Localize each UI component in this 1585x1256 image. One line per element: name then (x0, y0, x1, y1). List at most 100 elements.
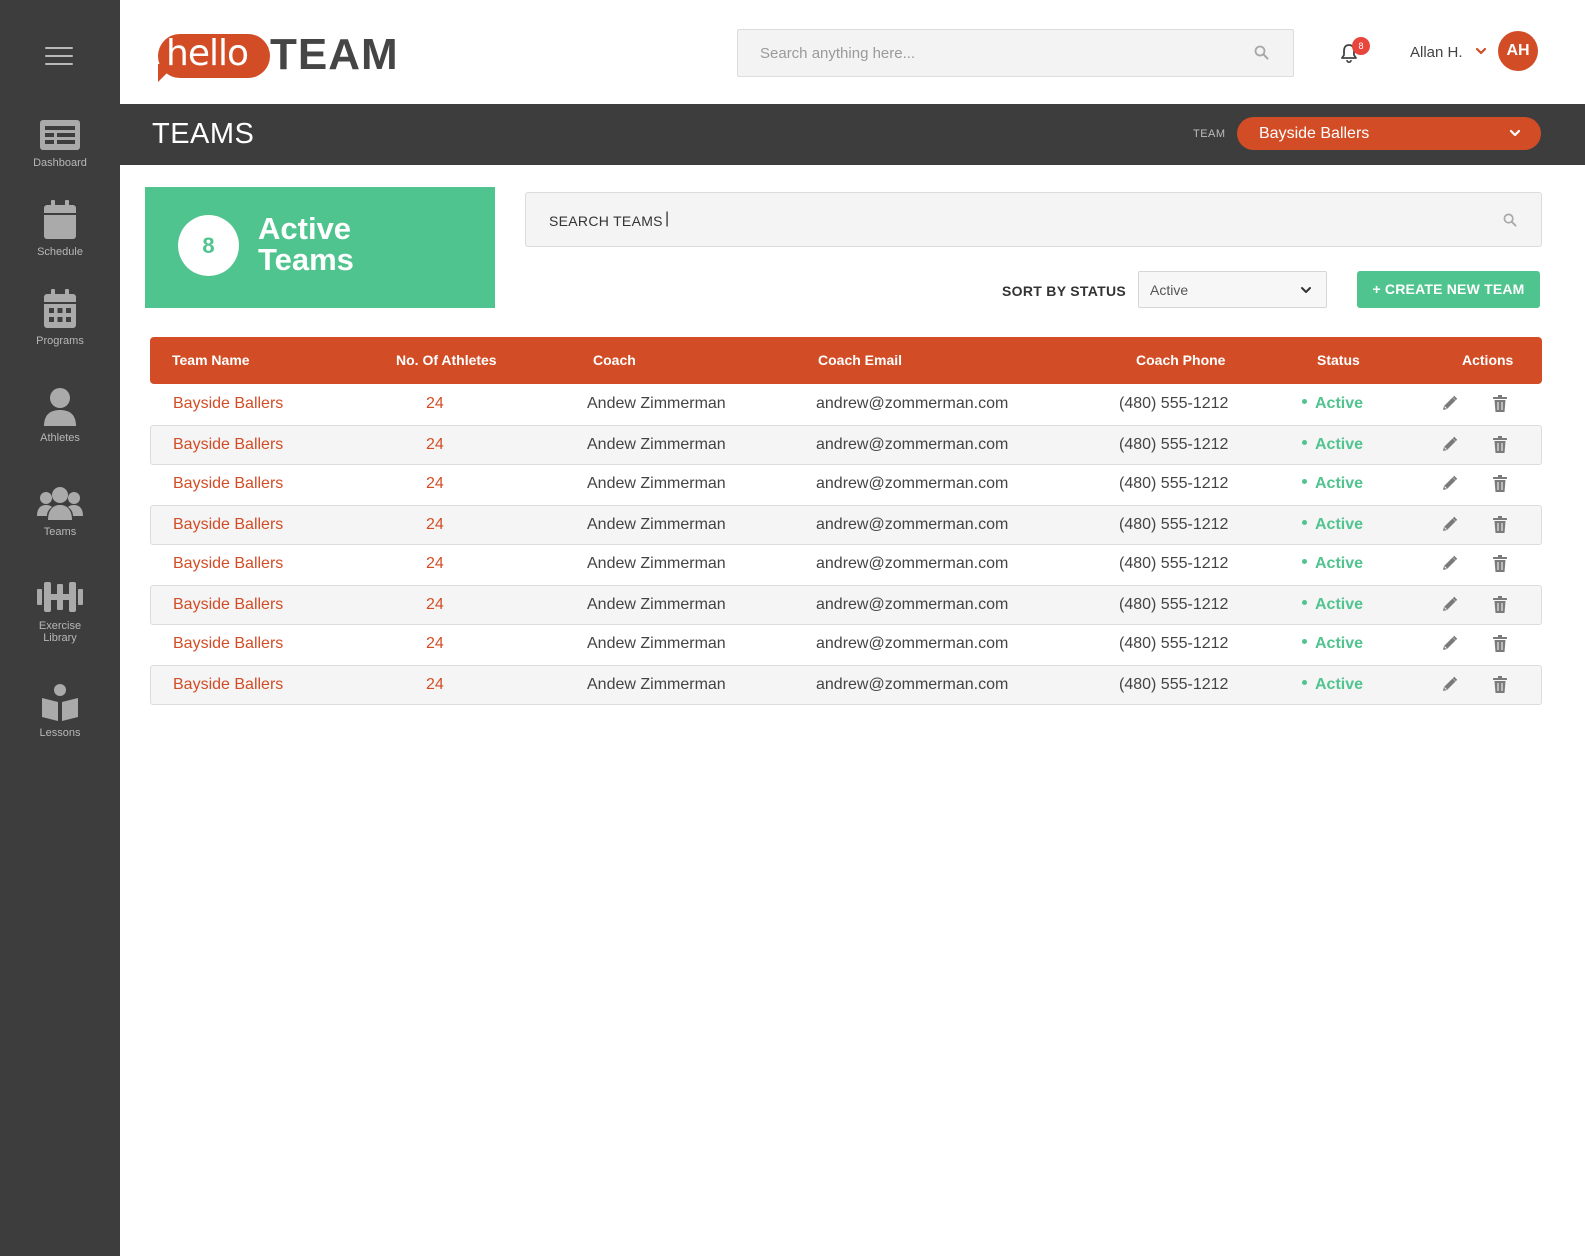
delete-trash-icon[interactable] (1493, 436, 1507, 458)
status-badge: Active (1302, 635, 1363, 653)
team-name-link[interactable]: Bayside Ballers (173, 596, 283, 614)
coach-name: Andew Zimmerman (587, 516, 726, 533)
global-search-box (737, 29, 1294, 77)
delete-trash-icon[interactable] (1493, 635, 1507, 657)
edit-pencil-icon[interactable] (1441, 555, 1458, 577)
column-header-coach-phone[interactable]: Coach Phone (1136, 352, 1225, 368)
sort-status-select[interactable]: Active (1138, 271, 1327, 308)
team-name-link[interactable]: Bayside Ballers (173, 676, 283, 694)
notification-count-badge: 8 (1352, 37, 1370, 55)
sidebar-item-teams[interactable]: Teams (0, 486, 120, 538)
global-search-input[interactable] (760, 43, 1230, 63)
coach-phone: (480) 555-1212 (1119, 395, 1229, 412)
user-name[interactable]: Allan H. (1410, 44, 1463, 61)
title-bar: TEAMS TEAM Bayside Ballers (120, 104, 1585, 165)
athlete-count: 24 (426, 395, 444, 412)
coach-name: Andew Zimmerman (587, 475, 726, 492)
team-selector-dropdown[interactable]: Bayside Ballers (1237, 117, 1541, 150)
status-badge: Active (1302, 395, 1363, 413)
status-text: Active (1315, 555, 1364, 572)
athlete-count: 24 (426, 596, 444, 613)
status-badge: Active (1302, 676, 1363, 694)
team-name-link[interactable]: Bayside Ballers (173, 635, 283, 653)
column-header-status[interactable]: Status (1317, 352, 1360, 368)
status-text: Active (1315, 475, 1364, 492)
table-row[interactable]: Bayside Ballers 24 Andew Zimmerman andrew@z… (150, 665, 1542, 705)
sort-status-value: Active (1150, 282, 1189, 298)
teams-search-input[interactable]: SEARCH TEAMS | (525, 192, 1542, 247)
edit-pencil-icon[interactable] (1441, 635, 1458, 657)
edit-pencil-icon[interactable] (1441, 516, 1458, 538)
edit-pencil-icon[interactable] (1441, 395, 1458, 417)
delete-trash-icon[interactable] (1493, 395, 1507, 417)
table-body: Bayside Ballers 24 Andew Zimmerman andrew@z… (150, 385, 1542, 705)
coach-phone: (480) 555-1212 (1119, 635, 1229, 652)
chevron-down-icon[interactable] (1475, 46, 1487, 56)
status-badge: Active (1302, 596, 1363, 614)
column-header-athletes[interactable]: No. Of Athletes (396, 352, 497, 368)
coach-name: Andew Zimmerman (587, 555, 726, 572)
table-row[interactable]: Bayside Ballers 24 Andew Zimmerman andrew@z… (150, 625, 1542, 665)
sidebar-item-exercise-library[interactable]: Exercise Library (0, 580, 120, 644)
hamburger-menu-icon[interactable] (45, 47, 73, 67)
teams-table: Team Name No. Of Athletes Coach Coach Em… (150, 337, 1542, 705)
delete-trash-icon[interactable] (1493, 676, 1507, 698)
column-header-team-name[interactable]: Team Name (172, 352, 250, 368)
table-row[interactable]: Bayside Ballers 24 Andew Zimmerman andrew@z… (150, 545, 1542, 585)
sidebar-item-schedule[interactable]: Schedule (0, 200, 120, 258)
team-name-link[interactable]: Bayside Ballers (173, 436, 283, 454)
search-icon[interactable] (1503, 213, 1517, 227)
column-header-coach-email[interactable]: Coach Email (818, 352, 902, 368)
edit-pencil-icon[interactable] (1441, 475, 1458, 497)
top-bar: hello TEAM 8 Allan H. AH (120, 0, 1585, 104)
edit-pencil-icon[interactable] (1441, 676, 1458, 698)
sidebar-item-label: Lessons (39, 727, 81, 739)
team-name-link[interactable]: Bayside Ballers (173, 395, 283, 413)
main-content: hello TEAM 8 Allan H. AH TEAMS TEAM Bays… (120, 0, 1585, 1256)
delete-trash-icon[interactable] (1493, 516, 1507, 538)
team-name-link[interactable]: Bayside Ballers (173, 475, 283, 493)
sidebar-item-programs[interactable]: Programs (0, 289, 120, 347)
edit-pencil-icon[interactable] (1441, 436, 1458, 458)
athlete-count: 24 (426, 516, 444, 533)
delete-trash-icon[interactable] (1493, 555, 1507, 577)
coach-phone: (480) 555-1212 (1119, 436, 1229, 453)
athlete-count: 24 (426, 676, 444, 693)
sidebar-item-dashboard[interactable]: Dashboard (0, 119, 120, 169)
column-header-coach[interactable]: Coach (593, 352, 636, 368)
coach-email: andrew@zommerman.com (816, 676, 1009, 693)
table-row[interactable]: Bayside Ballers 24 Andew Zimmerman andrew@z… (150, 465, 1542, 505)
table-row[interactable]: Bayside Ballers 24 Andew Zimmerman andrew@z… (150, 585, 1542, 625)
active-teams-count: 8 (178, 215, 239, 276)
delete-trash-icon[interactable] (1493, 475, 1507, 497)
status-dot (1302, 399, 1307, 405)
programs-calendar-icon (44, 289, 76, 328)
table-row[interactable]: Bayside Ballers 24 Andew Zimmerman andrew@z… (150, 425, 1542, 465)
dumbbell-icon (37, 582, 83, 612)
hello-team-logo[interactable]: hello TEAM (158, 30, 398, 86)
create-new-team-button[interactable]: + CREATE NEW TEAM (1357, 271, 1540, 308)
search-icon[interactable] (1254, 45, 1269, 60)
sidebar-item-athletes[interactable]: Athletes (0, 388, 120, 444)
sidebar-item-label: Teams (43, 526, 77, 538)
team-selector-label: TEAM (1193, 128, 1226, 140)
avatar[interactable]: AH (1498, 31, 1538, 71)
dashboard-icon (40, 120, 80, 150)
group-icon (37, 487, 83, 520)
sidebar-item-lessons[interactable]: Lessons (0, 683, 120, 739)
team-selector-value: Bayside Ballers (1259, 125, 1370, 142)
sidebar-item-label: Programs (36, 335, 84, 347)
calendar-icon (44, 200, 76, 239)
edit-pencil-icon[interactable] (1441, 596, 1458, 618)
team-name-link[interactable]: Bayside Ballers (173, 516, 283, 534)
delete-trash-icon[interactable] (1493, 596, 1507, 618)
team-name-link[interactable]: Bayside Ballers (173, 555, 283, 573)
chevron-down-icon (1301, 287, 1311, 293)
table-row[interactable]: Bayside Ballers 24 Andew Zimmerman andrew@z… (150, 505, 1542, 545)
status-badge: Active (1302, 555, 1363, 573)
book-reader-icon (42, 684, 78, 721)
athlete-count: 24 (426, 436, 444, 453)
table-row[interactable]: Bayside Ballers 24 Andew Zimmerman andrew@z… (150, 385, 1542, 425)
coach-email: andrew@zommerman.com (816, 436, 1009, 453)
coach-email: andrew@zommerman.com (816, 596, 1009, 613)
